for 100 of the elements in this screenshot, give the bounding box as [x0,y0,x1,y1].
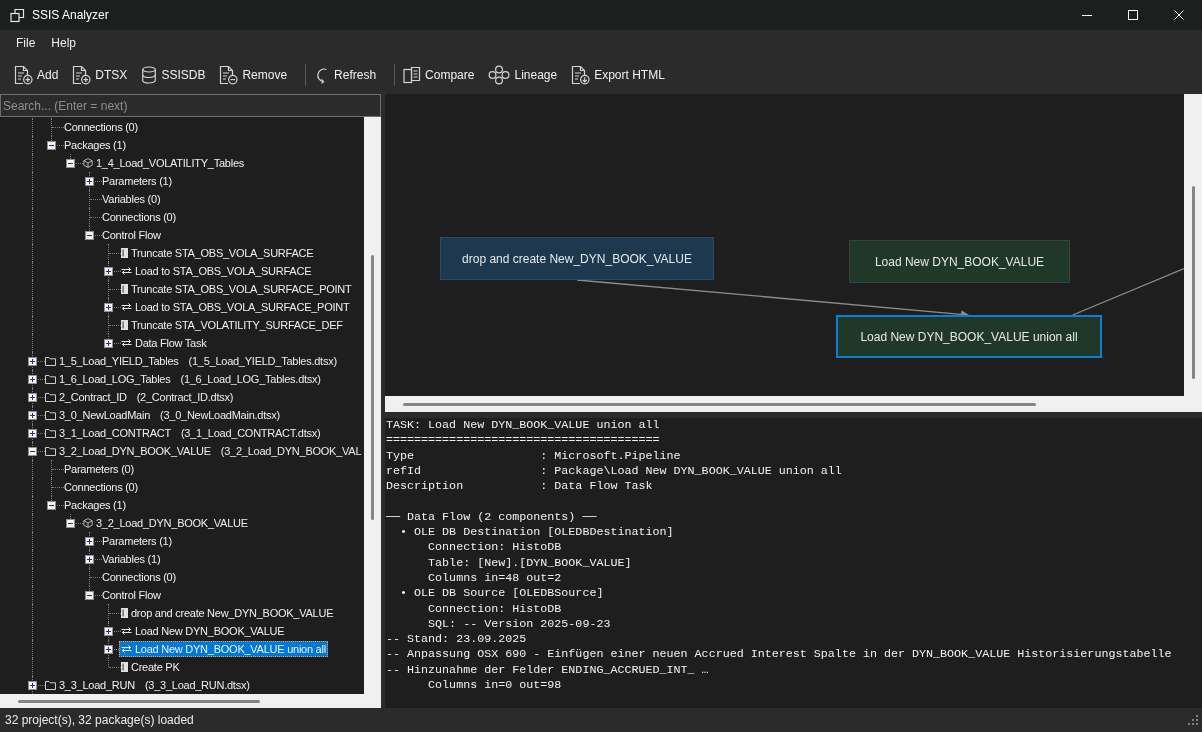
output-line: Table: [New].[DYN_BOOK_VALUE] [427,555,632,571]
tree-item[interactable]: 3_0_NewLoadMain [43,407,153,423]
file-name: (3_2_Load_DYN_BOOK_VAL [220,445,362,457]
tree-item[interactable]: Truncate STA_OBS_VOLA_SURFACE_POINT [119,281,354,297]
search-field[interactable]: Search... (Enter = next) [0,94,381,117]
tree-item[interactable]: 3_2_Load_DYN_BOOK_VALUE [81,515,250,531]
file-name: (2_Contract_ID.dtsx) [136,391,234,403]
status-text: 32 project(s), 32 package(s) loaded [5,713,194,727]
expand-icon[interactable] [28,680,37,690]
expand-icon[interactable] [104,302,113,312]
toolbar-button[interactable]: DTSX [68,59,132,90]
tree-item[interactable]: 3_1_Load_CONTRACT [43,425,173,441]
collapse-icon[interactable] [66,518,75,528]
database-icon [141,65,158,84]
collapse-icon[interactable] [85,590,94,600]
expand-icon[interactable] [28,428,37,438]
expand-icon[interactable] [104,338,113,348]
tree-item[interactable]: Connections (0) [100,569,178,585]
tree-item[interactable]: Connections (0) [100,209,178,225]
toolbar-button[interactable]: Compare [399,59,479,90]
tree-item[interactable]: 3_3_Load_RUN [43,677,137,693]
overlapping-squares-icon [10,7,25,23]
tree-item[interactable]: 2_Contract_ID [43,389,129,405]
tree-item[interactable]: Packages (1) [62,137,128,153]
page-icon [121,284,128,294]
tree-item[interactable]: drop and create New_DYN_BOOK_VALUE [119,605,336,621]
toolbar-button[interactable]: Add [10,59,63,90]
scrollbar-thumb[interactable] [18,699,260,703]
vertical-scrollbar[interactable] [1184,94,1202,396]
scrollbar-thumb[interactable] [371,255,374,520]
folder-icon [45,428,56,438]
tree-item[interactable]: Truncate STA_VOLATILITY_SURFACE_DEF [119,317,345,333]
resize-grip-icon[interactable] [1188,715,1198,725]
tree-item[interactable]: Packages (1) [62,497,128,513]
expand-icon[interactable] [28,356,37,366]
toolbar-button[interactable]: Refresh [310,59,381,90]
expand-icon[interactable] [104,644,113,654]
file-name: (1_5_Load_YIELD_Tables.dtsx) [188,355,337,367]
tree-item[interactable]: 1_4_Load_VOLATILITY_Tables [81,155,246,171]
tree-item[interactable]: Create PK [119,659,182,675]
tree-item[interactable]: 3_2_Load_DYN_BOOK_VALUE [43,443,213,459]
expand-icon[interactable] [104,266,113,276]
toolbar-button[interactable]: Export HTML [567,59,669,90]
tree-item[interactable]: Control Flow [100,587,163,603]
toolbar-button[interactable]: Lineage [484,59,562,90]
horizontal-scrollbar[interactable] [385,396,1202,412]
tree-item[interactable]: 1_5_Load_YIELD_Tables [43,353,181,369]
cube-icon [83,518,93,528]
output-line: Description : Data Flow Task [386,479,653,495]
collapse-icon[interactable] [28,446,37,456]
tree-item[interactable]: Load New DYN_BOOK_VALUE union all [119,641,328,657]
menu-item[interactable]: Help [43,35,85,50]
tree-item[interactable]: Parameters (1) [100,173,174,189]
output-line: Connection: HistoDB [427,601,562,617]
minimize-icon[interactable] [1082,14,1092,16]
tree-item[interactable]: Control Flow [100,227,163,243]
expand-icon[interactable] [28,374,37,384]
tree-item[interactable]: Variables (0) [100,191,163,207]
collapse-icon[interactable] [47,140,56,150]
expand-icon[interactable] [85,176,94,186]
file-name: (3_0_NewLoadMain.dtsx) [160,409,280,421]
tree-item[interactable]: Data Flow Task [119,335,209,351]
tree-item[interactable]: Connections (0) [62,479,140,495]
collapse-icon[interactable] [66,158,75,168]
scrollbar-thumb[interactable] [403,402,1036,406]
collapse-icon[interactable] [85,230,94,240]
scrollbar-thumb[interactable] [1191,186,1195,379]
output-line: • OLE DB Source [OLEDBSource] [399,586,604,602]
tree-item[interactable]: Load New DYN_BOOK_VALUE [119,623,287,639]
linked-circles-icon [488,64,511,85]
maximize-icon[interactable] [1128,10,1138,20]
menu-item[interactable]: File [8,35,44,50]
file-name: (1_6_Load_LOG_Tables.dtsx) [180,373,321,385]
output-line: • OLE DB Destination [OLEDBDestination] [399,525,674,541]
expand-icon[interactable] [28,392,37,402]
tree-item[interactable]: Load to STA_OBS_VOLA_SURFACE_POINT [119,299,352,315]
expand-icon[interactable] [85,536,94,546]
expand-icon[interactable] [85,554,94,564]
vertical-scrollbar[interactable] [364,117,381,694]
close-icon[interactable] [1174,10,1184,20]
tree-item[interactable]: Load to STA_OBS_VOLA_SURFACE [119,263,314,279]
tree-item[interactable]: Connections (0) [62,119,140,135]
swap-arrows-icon [121,267,132,275]
tree-item[interactable]: Parameters (0) [62,461,136,477]
task-node[interactable]: Load New DYN_BOOK_VALUE union all [836,315,1102,358]
document-minus-icon [219,64,239,85]
toolbar-button[interactable]: Remove [215,59,292,90]
tree-item[interactable]: Truncate STA_OBS_VOLA_SURFACE [119,245,316,261]
collapse-icon[interactable] [47,500,56,510]
task-node[interactable]: drop and create New_DYN_BOOK_VALUE [440,237,714,280]
toolbar-button[interactable]: SSISDB [137,59,210,90]
expand-icon[interactable] [104,626,113,636]
horizontal-scrollbar[interactable] [0,694,381,708]
tree-item[interactable]: Parameters (1) [100,533,174,549]
tree-item[interactable]: 1_6_Load_LOG_Tables [43,371,173,387]
task-node[interactable]: Load New DYN_BOOK_VALUE [849,240,1070,283]
output-line: Columns in=0 out=98 [427,678,562,694]
expand-icon[interactable] [28,410,37,420]
output-line: Connection: HistoDB [427,540,562,556]
tree-item[interactable]: Variables (1) [100,551,163,567]
